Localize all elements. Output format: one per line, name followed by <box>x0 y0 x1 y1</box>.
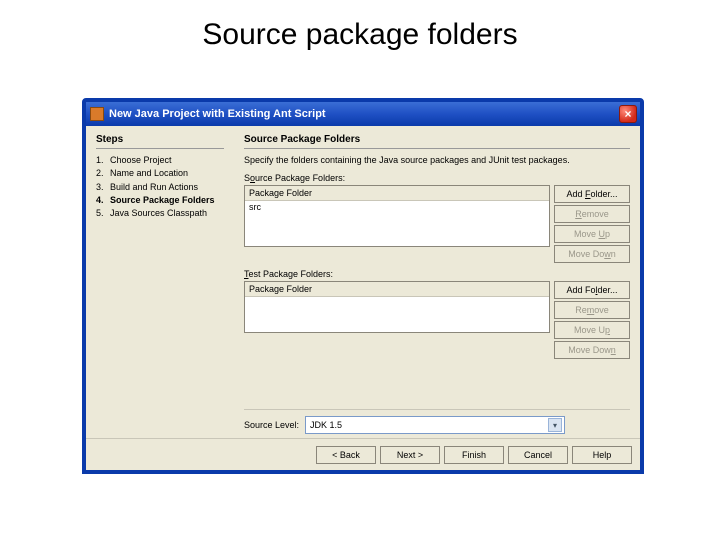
steps-sidebar: Steps 1.Choose Project 2.Name and Locati… <box>86 126 234 438</box>
close-button[interactable]: × <box>619 105 637 123</box>
test-folders-label: Test Package Folders: <box>244 269 630 279</box>
app-icon <box>90 107 104 121</box>
source-folders-block: Package Folder src Add Folder... Remove … <box>244 185 630 263</box>
dialog-footer: < Back Next > Finish Cancel Help <box>86 438 640 470</box>
window-title: New Java Project with Existing Ant Scrip… <box>109 108 326 120</box>
step-3: 3.Build and Run Actions <box>96 182 224 193</box>
close-icon: × <box>624 108 631 120</box>
steps-heading: Steps <box>96 134 224 149</box>
chevron-down-icon: ▾ <box>548 418 562 432</box>
step-5: 5.Java Sources Classpath <box>96 208 224 219</box>
step-4: 4.Source Package Folders <box>96 195 224 206</box>
cancel-button[interactable]: Cancel <box>508 446 568 464</box>
dialog-window: New Java Project with Existing Ant Scrip… <box>82 98 644 474</box>
finish-button[interactable]: Finish <box>444 446 504 464</box>
source-level-row: Source Level: JDK 1.5 ▾ <box>244 409 630 434</box>
source-level-select[interactable]: JDK 1.5 ▾ <box>305 416 565 434</box>
movedown-test-button: Move Down <box>554 341 630 359</box>
source-buttons: Add Folder... Remove Move Up Move Down <box>554 185 630 263</box>
source-folders-table[interactable]: Package Folder src <box>244 185 550 247</box>
table-row[interactable]: src <box>245 201 549 214</box>
slide-title: Source package folders <box>0 0 720 60</box>
titlebar: New Java Project with Existing Ant Scrip… <box>86 102 640 126</box>
step-1: 1.Choose Project <box>96 155 224 166</box>
add-test-folder-button[interactable]: Add Folder... <box>554 281 630 299</box>
source-folders-label: Source Package Folders: <box>244 173 630 183</box>
movedown-source-button: Move Down <box>554 245 630 263</box>
test-table-header: Package Folder <box>245 282 549 297</box>
source-level-label: Source Level: <box>244 420 299 430</box>
next-button[interactable]: Next > <box>380 446 440 464</box>
help-button[interactable]: Help <box>572 446 632 464</box>
steps-list: 1.Choose Project 2.Name and Location 3.B… <box>96 155 224 219</box>
source-table-header: Package Folder <box>245 186 549 201</box>
main-heading: Source Package Folders <box>244 134 630 149</box>
test-folders-table[interactable]: Package Folder <box>244 281 550 333</box>
moveup-test-button: Move Up <box>554 321 630 339</box>
source-level-value: JDK 1.5 <box>310 420 342 430</box>
instruction-text: Specify the folders containing the Java … <box>244 155 630 165</box>
step-2: 2.Name and Location <box>96 168 224 179</box>
test-folders-block: Package Folder Add Folder... Remove Move… <box>244 281 630 359</box>
main-panel: Source Package Folders Specify the folde… <box>234 126 640 438</box>
add-source-folder-button[interactable]: Add Folder... <box>554 185 630 203</box>
remove-test-button: Remove <box>554 301 630 319</box>
remove-source-button: Remove <box>554 205 630 223</box>
back-button[interactable]: < Back <box>316 446 376 464</box>
dialog-body: Steps 1.Choose Project 2.Name and Locati… <box>86 126 640 438</box>
test-buttons: Add Folder... Remove Move Up Move Down <box>554 281 630 359</box>
moveup-source-button: Move Up <box>554 225 630 243</box>
